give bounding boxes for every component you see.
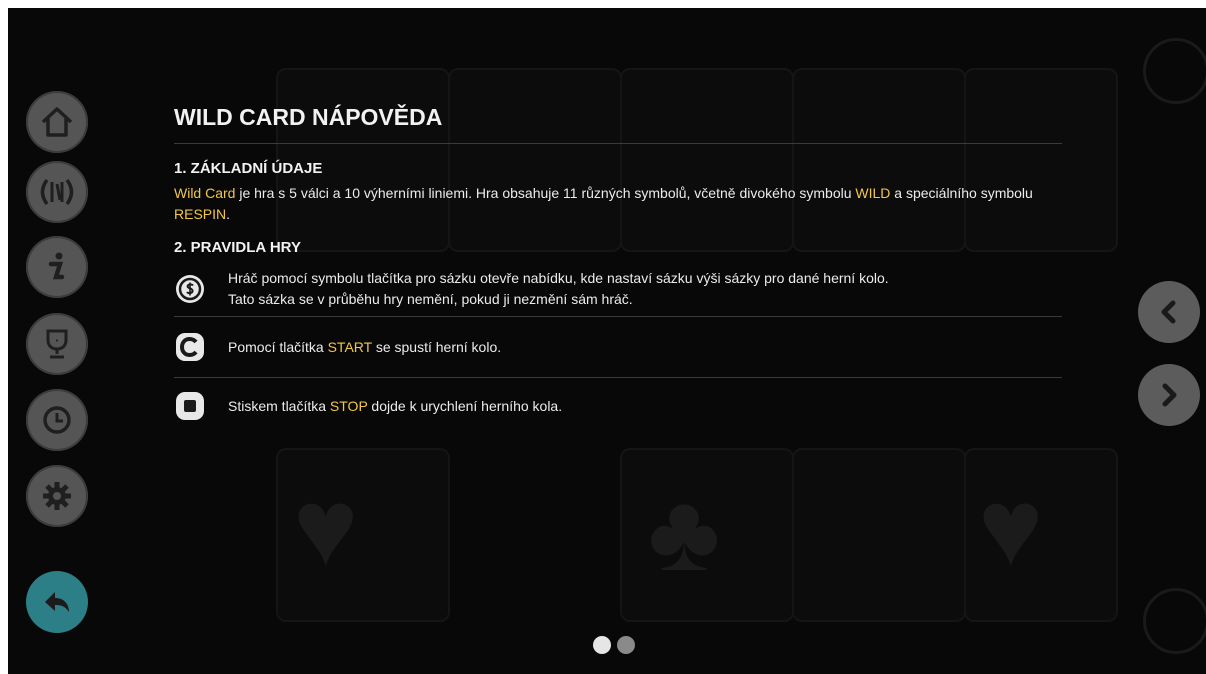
chevron-left-icon <box>1161 300 1176 324</box>
game-name: Wild Card <box>174 185 236 201</box>
rule-start-prefix: Pomocí tlačítka <box>228 338 328 355</box>
game-screen: ♥ ♥ ♣ • WILD CARD NÁPOVĚDA 1. ZÁKLADNÍ Ú… <box>8 8 1206 674</box>
rule-row-start: Pomocí tlačítka START se spustí herní ko… <box>174 317 1062 378</box>
basics-text-c: . <box>226 206 231 222</box>
previous-page-button[interactable] <box>1138 281 1200 343</box>
page-dot-2[interactable] <box>617 636 635 654</box>
respin-keyword: RESPIN <box>174 206 227 222</box>
trophy-button[interactable]: • <box>26 313 88 375</box>
rule-stop-suffix: dojde k urychlení herního kola. <box>367 397 563 414</box>
trophy-icon: • <box>46 329 68 359</box>
basics-text-b: a speciálního symbolu <box>890 185 1033 201</box>
rule-bet-line-2: Tato sázka se v průběhu hry nemění, poku… <box>228 291 633 307</box>
stop-keyword: STOP <box>329 397 368 414</box>
stop-icon <box>174 390 206 422</box>
page-indicator <box>593 636 635 654</box>
rule-text-stop: Stiskem tlačítka STOP dojde k urychlení … <box>228 396 562 417</box>
help-panel: WILD CARD NÁPOVĚDA 1. ZÁKLADNÍ ÚDAJE Wil… <box>174 104 1074 434</box>
settings-button[interactable] <box>26 465 88 527</box>
rule-text-start: Pomocí tlačítka START se spustí herní ko… <box>228 337 501 358</box>
chevron-right-icon <box>1162 383 1177 407</box>
rule-row-stop: Stiskem tlačítka STOP dojde k urychlení … <box>174 378 1062 434</box>
back-arrow-icon <box>45 592 69 612</box>
section-heading-basics: 1. ZÁKLADNÍ ÚDAJE <box>174 160 323 177</box>
rule-text-bet: Hráč pomocí symbolu tlačítka pro sázku o… <box>228 268 889 310</box>
info-icon <box>48 252 65 280</box>
home-button[interactable] <box>26 91 88 153</box>
next-page-button[interactable] <box>1138 364 1200 426</box>
section-heading-rules: 2. PRAVIDLA HRY <box>174 239 301 256</box>
history-button[interactable] <box>26 389 88 451</box>
start-keyword: START <box>327 338 372 355</box>
page-title: WILD CARD NÁPOVĚDA <box>174 104 1062 144</box>
gear-icon <box>43 482 71 510</box>
back-button[interactable] <box>26 571 88 633</box>
page-dot-1[interactable] <box>593 636 611 654</box>
info-button[interactable] <box>26 236 88 298</box>
svg-text:•: • <box>56 338 59 345</box>
paytable-icon <box>40 178 74 206</box>
wild-keyword: WILD <box>855 185 891 201</box>
coin-bet-icon <box>174 273 206 305</box>
start-icon <box>174 331 206 363</box>
paytable-button[interactable] <box>26 161 88 223</box>
home-icon <box>41 107 73 137</box>
clock-icon <box>43 406 71 434</box>
rule-start-suffix: se spustí herní kolo. <box>371 338 502 355</box>
rule-row-bet: Hráč pomocí symbolu tlačítka pro sázku o… <box>174 262 1062 317</box>
rule-bet-line-1: Hráč pomocí symbolu tlačítka pro sázku o… <box>228 270 889 286</box>
basics-paragraph: Wild Card je hra s 5 válci a 10 výherním… <box>174 183 1074 225</box>
rule-stop-prefix: Stiskem tlačítka <box>228 397 330 414</box>
basics-text-a: je hra s 5 válci a 10 výherními liniemi.… <box>235 185 856 201</box>
